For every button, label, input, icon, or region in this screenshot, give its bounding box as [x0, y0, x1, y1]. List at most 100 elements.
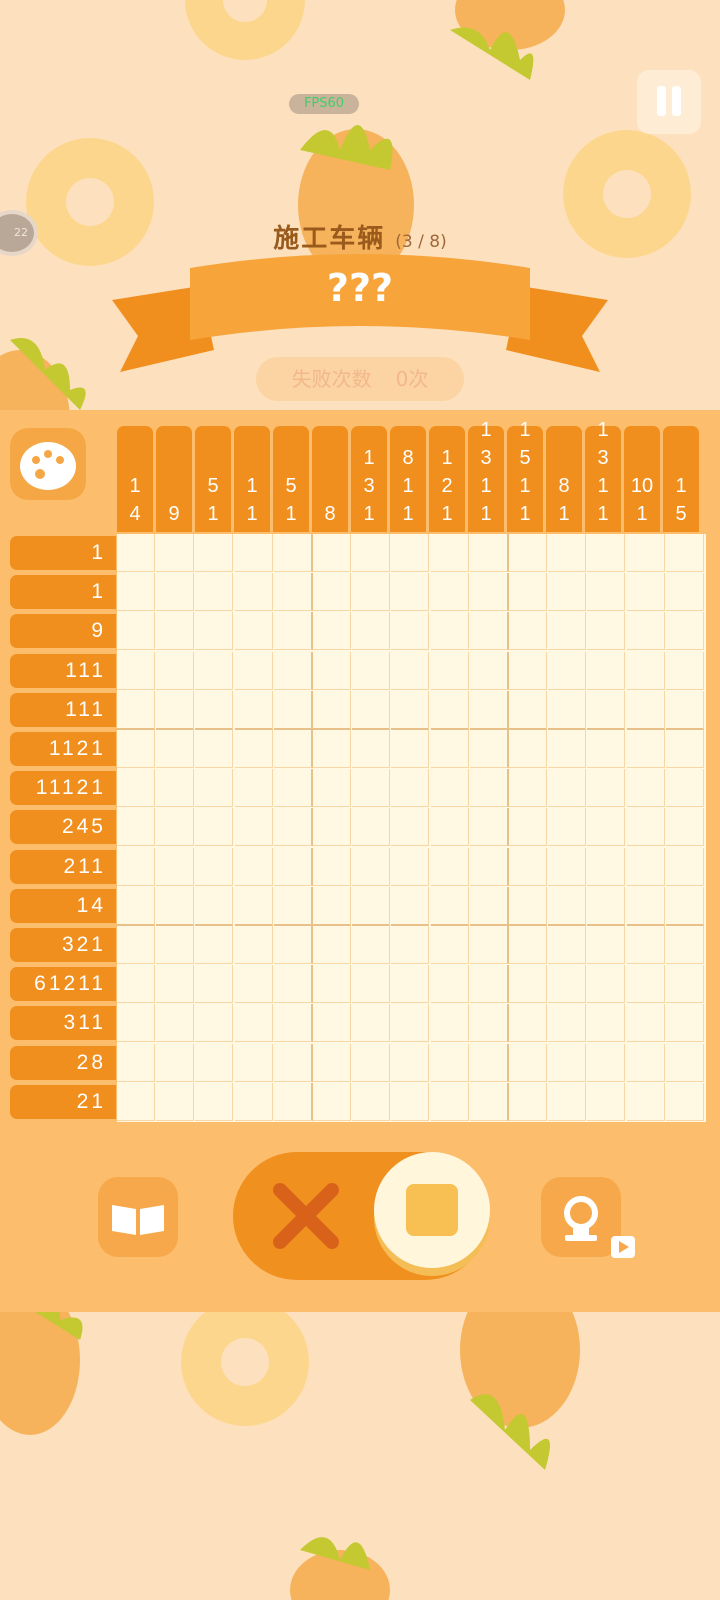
- grid-cell[interactable]: [509, 847, 547, 886]
- grid-cell[interactable]: [234, 808, 273, 847]
- grid-cell[interactable]: [391, 1043, 430, 1082]
- grid-cell[interactable]: [548, 886, 587, 926]
- grid-cell[interactable]: [273, 886, 313, 926]
- grid-cell[interactable]: [234, 573, 273, 612]
- puzzle-grid[interactable]: [117, 534, 706, 1122]
- grid-cell[interactable]: [509, 612, 547, 651]
- grid-cell[interactable]: [234, 534, 273, 572]
- grid-cell[interactable]: [509, 1043, 547, 1082]
- grid-cell[interactable]: [626, 926, 665, 964]
- grid-cell[interactable]: [117, 730, 155, 768]
- grid-cell[interactable]: [273, 1082, 313, 1121]
- grid-cell[interactable]: [234, 730, 273, 768]
- grid-cell[interactable]: [665, 730, 704, 768]
- grid-cell[interactable]: [313, 651, 351, 690]
- grid-cell[interactable]: [117, 534, 155, 572]
- grid-cell[interactable]: [156, 926, 195, 964]
- grid-cell[interactable]: [391, 1004, 430, 1043]
- grid-cell[interactable]: [156, 769, 195, 808]
- grid-cell[interactable]: [587, 612, 626, 651]
- grid-cell[interactable]: [156, 1004, 195, 1043]
- grid-cell[interactable]: [391, 926, 430, 964]
- grid-cell[interactable]: [430, 534, 469, 572]
- grid-cell[interactable]: [273, 612, 313, 651]
- grid-cell[interactable]: [665, 651, 704, 690]
- grid-cell[interactable]: [509, 534, 547, 572]
- grid-cell[interactable]: [117, 1043, 155, 1082]
- grid-cell[interactable]: [391, 769, 430, 808]
- grid-cell[interactable]: [273, 847, 313, 886]
- grid-cell[interactable]: [391, 730, 430, 768]
- grid-cell[interactable]: [156, 573, 195, 612]
- grid-cell[interactable]: [665, 769, 704, 808]
- grid-cell[interactable]: [117, 769, 155, 808]
- grid-cell[interactable]: [587, 573, 626, 612]
- grid-cell[interactable]: [548, 612, 587, 651]
- grid-cell[interactable]: [195, 730, 234, 768]
- grid-cell[interactable]: [665, 847, 704, 886]
- grid-cell[interactable]: [548, 965, 587, 1004]
- grid-cell[interactable]: [156, 1082, 195, 1121]
- grid-cell[interactable]: [469, 808, 509, 847]
- grid-cell[interactable]: [156, 690, 195, 730]
- grid-cell[interactable]: [352, 1004, 391, 1043]
- grid-cell[interactable]: [391, 965, 430, 1004]
- grid-cell[interactable]: [430, 573, 469, 612]
- grid-cell[interactable]: [273, 926, 313, 964]
- hint-button[interactable]: [541, 1177, 621, 1257]
- grid-cell[interactable]: [273, 651, 313, 690]
- grid-cell[interactable]: [117, 847, 155, 886]
- grid-cell[interactable]: [548, 534, 587, 572]
- grid-cell[interactable]: [626, 1043, 665, 1082]
- grid-cell[interactable]: [469, 573, 509, 612]
- grid-cell[interactable]: [195, 690, 234, 730]
- grid-cell[interactable]: [313, 847, 351, 886]
- grid-cell[interactable]: [587, 965, 626, 1004]
- grid-cell[interactable]: [313, 886, 351, 926]
- cross-mode-button[interactable]: [268, 1180, 344, 1252]
- grid-cell[interactable]: [665, 926, 704, 964]
- grid-cell[interactable]: [352, 965, 391, 1004]
- grid-cell[interactable]: [313, 1043, 351, 1082]
- grid-cell[interactable]: [469, 534, 509, 572]
- grid-cell[interactable]: [352, 1043, 391, 1082]
- grid-cell[interactable]: [195, 612, 234, 651]
- grid-cell[interactable]: [273, 965, 313, 1004]
- grid-cell[interactable]: [469, 690, 509, 730]
- grid-cell[interactable]: [469, 886, 509, 926]
- grid-cell[interactable]: [509, 730, 547, 768]
- grid-cell[interactable]: [509, 573, 547, 612]
- grid-cell[interactable]: [469, 1043, 509, 1082]
- grid-cell[interactable]: [313, 573, 351, 612]
- grid-cell[interactable]: [665, 573, 704, 612]
- grid-cell[interactable]: [391, 886, 430, 926]
- grid-cell[interactable]: [548, 769, 587, 808]
- grid-cell[interactable]: [469, 847, 509, 886]
- grid-cell[interactable]: [234, 847, 273, 886]
- grid-cell[interactable]: [195, 808, 234, 847]
- pause-button[interactable]: [637, 70, 701, 134]
- grid-cell[interactable]: [156, 886, 195, 926]
- grid-cell[interactable]: [195, 1043, 234, 1082]
- grid-cell[interactable]: [665, 690, 704, 730]
- grid-cell[interactable]: [430, 1043, 469, 1082]
- grid-cell[interactable]: [313, 926, 351, 964]
- grid-cell[interactable]: [430, 1004, 469, 1043]
- grid-cell[interactable]: [273, 534, 313, 572]
- grid-cell[interactable]: [234, 612, 273, 651]
- grid-cell[interactable]: [430, 847, 469, 886]
- grid-cell[interactable]: [117, 1004, 155, 1043]
- grid-cell[interactable]: [626, 612, 665, 651]
- grid-cell[interactable]: [587, 651, 626, 690]
- grid-cell[interactable]: [195, 965, 234, 1004]
- grid-cell[interactable]: [469, 965, 509, 1004]
- grid-cell[interactable]: [626, 847, 665, 886]
- grid-cell[interactable]: [117, 651, 155, 690]
- grid-cell[interactable]: [313, 1082, 351, 1121]
- grid-cell[interactable]: [156, 965, 195, 1004]
- grid-cell[interactable]: [234, 690, 273, 730]
- grid-cell[interactable]: [156, 534, 195, 572]
- grid-cell[interactable]: [587, 1082, 626, 1121]
- grid-cell[interactable]: [626, 808, 665, 847]
- grid-cell[interactable]: [430, 769, 469, 808]
